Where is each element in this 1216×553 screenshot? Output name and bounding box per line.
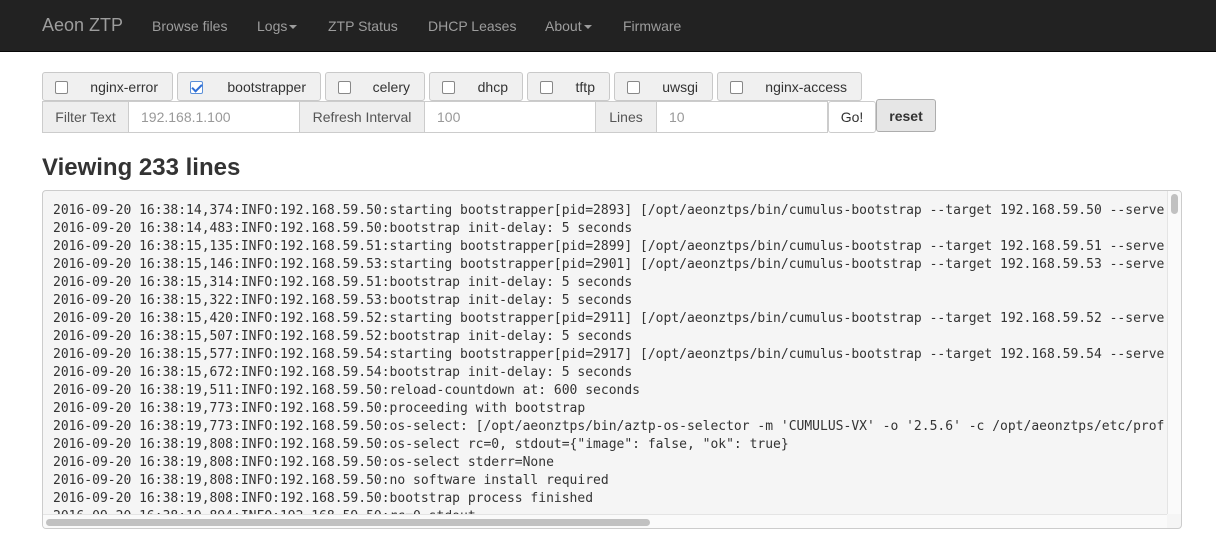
horizontal-scroll-thumb[interactable] bbox=[46, 519, 650, 526]
log-source-label: celery bbox=[372, 79, 410, 95]
log-source-label: bootstrapper bbox=[227, 79, 306, 95]
nav-browse-files[interactable]: Browse files bbox=[152, 17, 227, 35]
log-source-nginx-error[interactable]: nginx-error bbox=[42, 72, 173, 101]
nav-logs-dropdown[interactable]: Logs bbox=[257, 17, 298, 35]
chevron-down-icon bbox=[289, 25, 298, 30]
log-line: 2016-09-20 16:38:19,808:INFO:192.168.59.… bbox=[53, 473, 609, 488]
brand-link[interactable]: Aeon ZTP bbox=[42, 15, 123, 35]
log-source-label: nginx-access bbox=[765, 79, 847, 95]
log-source-bootstrapper[interactable]: bootstrapper bbox=[177, 72, 321, 101]
log-line: 2016-09-20 16:38:19,773:INFO:192.168.59.… bbox=[53, 401, 586, 416]
nav-ztp-status[interactable]: ZTP Status bbox=[328, 17, 398, 35]
navbar: Aeon ZTP Browse files Logs ZTP Status DH… bbox=[0, 0, 1216, 52]
nav-firmware[interactable]: Firmware bbox=[623, 17, 681, 35]
vertical-scrollbar[interactable] bbox=[1167, 191, 1181, 514]
log-source-label: uwsgi bbox=[662, 79, 698, 95]
log-line: 2016-09-20 16:38:15,672:INFO:192.168.59.… bbox=[53, 365, 633, 380]
log-source-dhcp[interactable]: dhcp bbox=[429, 72, 523, 101]
go-button[interactable]: Go! bbox=[828, 101, 876, 133]
reset-button[interactable]: reset bbox=[876, 99, 936, 132]
chevron-down-icon bbox=[583, 25, 592, 30]
log-line: 2016-09-20 16:38:15,135:INFO:192.168.59.… bbox=[53, 239, 1165, 254]
refresh-interval-input[interactable] bbox=[424, 101, 596, 133]
log-line: 2016-09-20 16:38:19,773:INFO:192.168.59.… bbox=[53, 419, 1165, 434]
vertical-scroll-thumb[interactable] bbox=[1171, 194, 1178, 214]
log-line: 2016-09-20 16:38:19,808:INFO:192.168.59.… bbox=[53, 437, 789, 452]
viewing-lines-heading: Viewing 233 lines bbox=[42, 154, 241, 181]
checkbox[interactable] bbox=[442, 81, 455, 94]
nav-dhcp-leases[interactable]: DHCP Leases bbox=[428, 17, 516, 35]
checkbox[interactable] bbox=[338, 81, 351, 94]
log-source-label: dhcp bbox=[477, 79, 508, 95]
checkbox[interactable] bbox=[55, 81, 68, 94]
horizontal-scrollbar[interactable] bbox=[43, 514, 1167, 528]
log-line: 2016-09-20 16:38:15,322:INFO:192.168.59.… bbox=[53, 293, 633, 308]
log-source-nginx-access[interactable]: nginx-access bbox=[717, 72, 862, 101]
filter-text-label: Filter Text bbox=[42, 101, 129, 133]
log-source-uwsgi[interactable]: uwsgi bbox=[614, 72, 713, 101]
log-source-label: nginx-error bbox=[90, 79, 158, 95]
log-lines: 2016-09-20 16:38:14,374:INFO:192.168.59.… bbox=[53, 202, 1165, 514]
log-viewer[interactable]: 2016-09-20 16:38:14,374:INFO:192.168.59.… bbox=[42, 190, 1182, 529]
log-line: 2016-09-20 16:38:15,577:INFO:192.168.59.… bbox=[53, 347, 1165, 362]
log-line: 2016-09-20 16:38:19,808:INFO:192.168.59.… bbox=[53, 491, 594, 506]
log-line: 2016-09-20 16:38:14,483:INFO:192.168.59.… bbox=[53, 221, 633, 236]
filter-text-input[interactable] bbox=[128, 101, 300, 133]
log-line: 2016-09-20 16:38:19,511:INFO:192.168.59.… bbox=[53, 383, 640, 398]
checkbox-checked[interactable] bbox=[190, 81, 203, 94]
log-line: 2016-09-20 16:38:14,374:INFO:192.168.59.… bbox=[53, 203, 1165, 218]
checkbox[interactable] bbox=[540, 81, 553, 94]
log-line: 2016-09-20 16:38:19,808:INFO:192.168.59.… bbox=[53, 455, 554, 470]
checkbox[interactable] bbox=[730, 81, 743, 94]
log-line: 2016-09-20 16:38:15,146:INFO:192.168.59.… bbox=[53, 257, 1165, 272]
log-line: 2016-09-20 16:38:15,314:INFO:192.168.59.… bbox=[53, 275, 633, 290]
refresh-interval-label: Refresh Interval bbox=[299, 101, 425, 133]
log-source-celery[interactable]: celery bbox=[325, 72, 425, 101]
log-source-label: tftp bbox=[575, 79, 595, 95]
log-line: 2016-09-20 16:38:15,420:INFO:192.168.59.… bbox=[53, 311, 1165, 326]
lines-label: Lines bbox=[595, 101, 657, 133]
log-source-tftp[interactable]: tftp bbox=[527, 72, 610, 101]
log-line: 2016-09-20 16:38:15,507:INFO:192.168.59.… bbox=[53, 329, 633, 344]
nav-about-dropdown[interactable]: About bbox=[545, 17, 592, 35]
lines-input[interactable] bbox=[656, 101, 828, 133]
checkbox[interactable] bbox=[627, 81, 640, 94]
